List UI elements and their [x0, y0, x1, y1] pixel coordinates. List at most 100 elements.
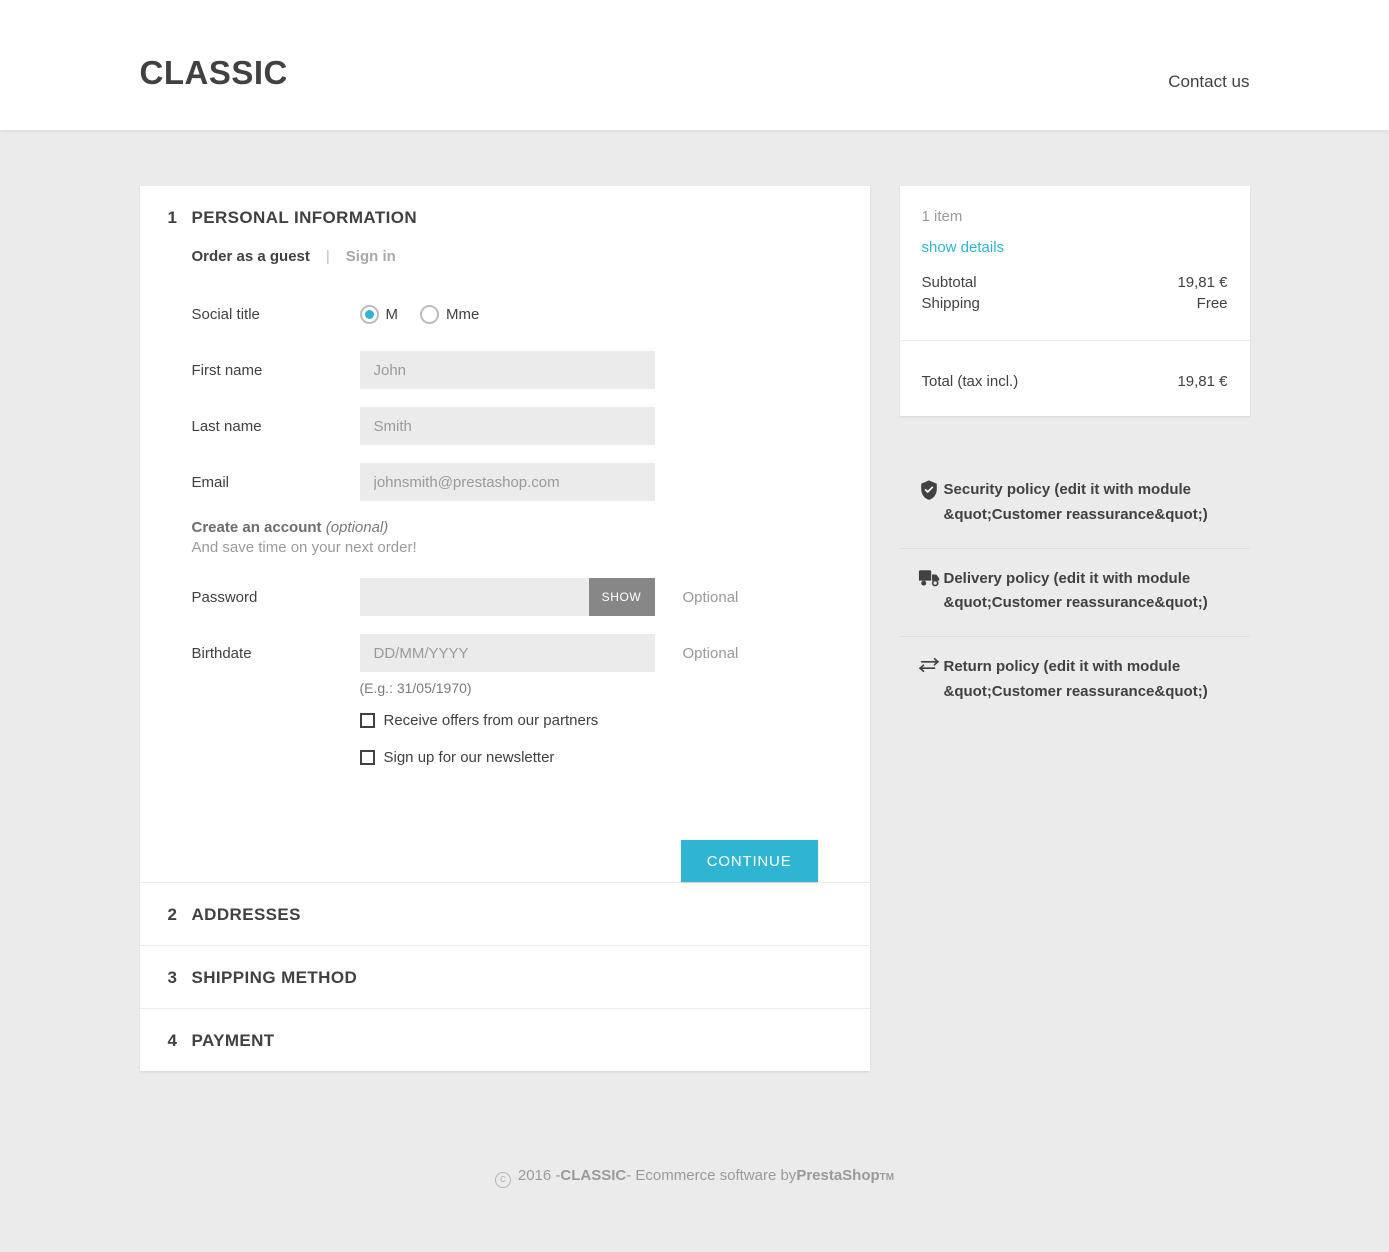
checkout-column: 1 PERSONAL INFORMATION Order as a guest … [139, 186, 870, 1071]
label-last-name: Last name [191, 417, 262, 435]
copyright-icon: c [494, 1172, 511, 1188]
tab-order-as-guest[interactable]: Order as a guest [192, 248, 310, 265]
email-input[interactable] [359, 463, 655, 501]
checkbox-label: Sign up for our newsletter [383, 749, 555, 766]
control-birthdate [359, 634, 655, 672]
checkbox-partner-offers[interactable]: Receive offers from our partners [359, 712, 842, 729]
first-name-input[interactable] [359, 351, 655, 389]
password-show-button[interactable]: SHOW [588, 578, 655, 616]
step-header-shipping-method[interactable]: 3 SHIPPING METHOD [140, 946, 870, 1008]
step-title: SHIPPING METHOD [191, 968, 358, 987]
step-number: 4 [167, 1031, 177, 1050]
form-row-password: Password SHOW Optional [192, 578, 842, 616]
label-birthdate: Birthdate [191, 644, 252, 662]
footer-shop-name: CLASSIC [560, 1167, 627, 1184]
step-number: 2 [167, 905, 177, 924]
form-row-email: Email [192, 463, 842, 501]
form-row-last-name: Last name [192, 407, 842, 445]
continue-row: CONTINUE [140, 840, 870, 882]
tab-separator: | [325, 248, 330, 265]
footer-year: 2016 - [517, 1167, 561, 1184]
checkbox-newsletter[interactable]: Sign up for our newsletter [359, 749, 842, 766]
hint-spacer [192, 680, 360, 696]
form-row-first-name: First name [192, 351, 842, 389]
radio-dot-icon [359, 304, 379, 324]
reassurance-block: Security policy (edit it with module &qu… [899, 460, 1250, 725]
label-first-name: First name [191, 361, 263, 379]
footer-tail: - Ecommerce software by [626, 1167, 797, 1184]
reassurance-text: Delivery policy (edit it with module &qu… [943, 569, 1208, 612]
radio-label: Mme [446, 305, 480, 323]
step-header-personal-information[interactable]: 1 PERSONAL INFORMATION [140, 186, 870, 248]
control-first-name [359, 351, 655, 389]
create-account-title: Create an account [191, 519, 322, 536]
footer-trademark: TM [879, 1172, 895, 1183]
cart-line-label: Subtotal [921, 274, 977, 291]
password-input-group: SHOW [359, 578, 655, 616]
label-email: Email [191, 473, 230, 491]
reassurance-text: Return policy (edit it with module &quot… [943, 658, 1208, 700]
radio-dot-icon [420, 304, 439, 324]
cart-total-label: Total (tax incl.) [921, 373, 1019, 390]
reassurance-return-policy: Return policy (edit it with module &quot… [900, 637, 1250, 725]
label-password: Password [191, 588, 258, 606]
cart-line-shipping: Shipping Free [922, 295, 1228, 312]
cart-line-subtotal: Subtotal 19,81 € [922, 274, 1228, 291]
control-password: SHOW [359, 578, 655, 616]
step-addresses: 2 ADDRESSES [139, 883, 870, 946]
create-account-subtitle: And save time on your next order! [191, 539, 417, 556]
birthdate-input[interactable] [359, 634, 655, 672]
brand-logo[interactable]: CLASSIC [140, 56, 288, 89]
cart-line-value: 19,81 € [1177, 274, 1228, 291]
birthdate-hint-row: (E.g.: 31/05/1970) [192, 680, 842, 696]
reassurance-delivery-policy: Delivery policy (edit it with module &qu… [899, 549, 1250, 637]
checkbox-icon [359, 713, 375, 728]
cart-item-count: 1 item [921, 208, 963, 225]
step-title: PAYMENT [191, 1031, 275, 1050]
tab-sign-in[interactable]: Sign in [346, 248, 396, 265]
order-summary-column: 1 item show details Subtotal 19,81 € Shi… [899, 186, 1250, 725]
cart-total-row: Total (tax incl.) 19,81 € [900, 341, 1250, 416]
cart-total-value: 19,81 € [1177, 373, 1228, 390]
radio-social-title-mme[interactable]: Mme [420, 304, 480, 324]
show-details-link[interactable]: show details [922, 239, 1005, 256]
reassurance-security-policy: Security policy (edit it with module &qu… [899, 460, 1250, 549]
control-email [359, 463, 655, 501]
password-optional-note: Optional [682, 588, 739, 606]
cart-line-value: Free [1196, 295, 1228, 312]
radio-group-social-title: M Mme [359, 304, 480, 324]
site-header: CLASSIC Contact us [0, 0, 1389, 130]
step-header-payment[interactable]: 4 PAYMENT [140, 1009, 870, 1071]
create-account-optional-note: (optional) [325, 519, 389, 536]
radio-social-title-m[interactable]: M [359, 304, 399, 324]
header-inner: CLASSIC Contact us [140, 0, 1250, 130]
form-row-birthdate: Birthdate Optional [192, 634, 842, 672]
form-row-social-title: Social title M Mme [192, 295, 842, 333]
continue-button[interactable]: CONTINUE [680, 840, 818, 882]
label-social-title: Social title [191, 305, 260, 323]
step-body-personal-information: Order as a guest | Sign in Social title … [140, 248, 870, 814]
step-personal-information: 1 PERSONAL INFORMATION Order as a guest … [139, 186, 870, 883]
checkout-card: 1 PERSONAL INFORMATION Order as a guest … [139, 186, 870, 1071]
footer-copyright: c 2016 - CLASSIC - Ecommerce software by… [494, 1167, 895, 1188]
create-account-block: Create an account (optional) And save ti… [192, 519, 842, 556]
truck-icon [900, 567, 942, 588]
password-input[interactable] [359, 578, 589, 616]
checkbox-label: Receive offers from our partners [383, 712, 599, 729]
control-last-name [359, 407, 655, 445]
step-number: 1 [167, 208, 177, 227]
shield-check-icon [900, 478, 942, 501]
step-payment: 4 PAYMENT [140, 1009, 870, 1071]
contact-us-link[interactable]: Contact us [1168, 72, 1249, 92]
cart-line-label: Shipping [921, 295, 980, 312]
exchange-arrows-icon [900, 655, 942, 674]
last-name-input[interactable] [359, 407, 655, 445]
site-footer: c 2016 - CLASSIC - Ecommerce software by… [0, 1141, 1389, 1216]
step-header-addresses[interactable]: 2 ADDRESSES [140, 883, 870, 945]
radio-label: M [385, 305, 399, 323]
step-shipping-method: 3 SHIPPING METHOD [139, 946, 870, 1009]
auth-tabs: Order as a guest | Sign in [192, 248, 842, 265]
footer-platform: PrestaShop [796, 1167, 880, 1184]
reassurance-text: Security policy (edit it with module &qu… [943, 481, 1208, 523]
step-number: 3 [167, 968, 177, 987]
